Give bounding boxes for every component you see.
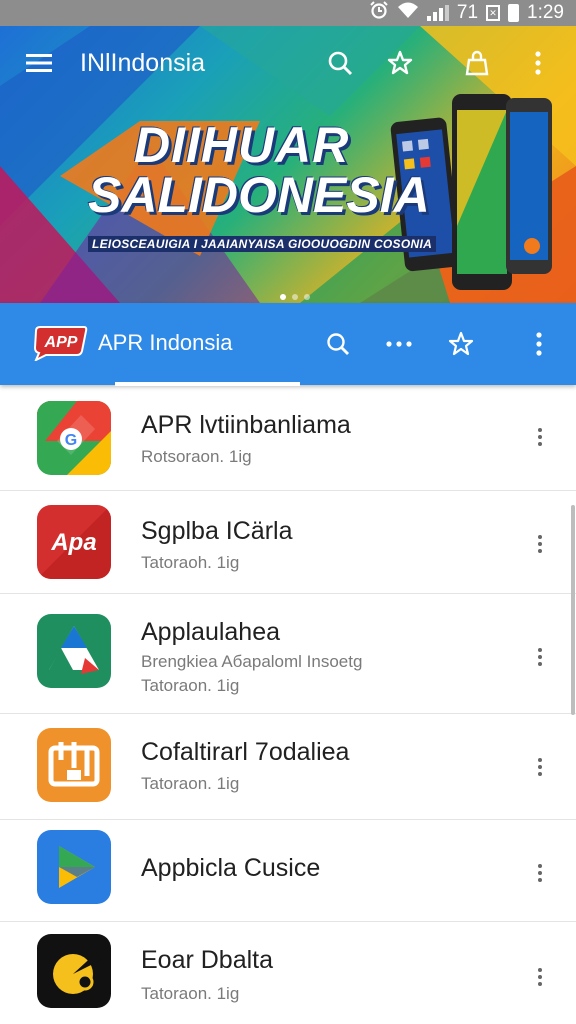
status-time: 1:29 [527,2,564,23]
pager-dot[interactable] [304,294,310,300]
banner-subtitle: LEIOSCEAUIGIA I JAAIANYAISA GIOOUOGDIN C… [88,236,437,252]
sim-icon: ✕ [486,5,501,21]
pager-dot[interactable] [292,294,298,300]
google-icon: G [37,401,111,475]
list-item[interactable]: Appbicla Cusice [0,820,576,922]
drive-icon [37,614,111,688]
toolbar-title: INlIndonsia [80,48,206,77]
list-item[interactable]: G APR lvtiinbanliama Rotsoraon. 1ig [0,387,576,491]
svg-text:G: G [65,432,77,449]
bag-icon[interactable] [460,46,494,80]
battery-icon [508,4,520,22]
tab-indicator [115,382,300,386]
more-vert-icon[interactable] [521,46,555,80]
list-item[interactable]: Apa Sgplba ICärla Tatoraoh. 1ig [0,491,576,594]
app-list: G APR lvtiinbanliama Rotsoraon. 1ig Apa … [0,387,576,1024]
signal-icon [426,5,449,21]
app-meta: Tatoraon. 1ig [141,774,240,793]
app-meta: Tatoraoh. 1ig [141,553,240,572]
search-icon[interactable] [323,46,357,80]
menu-icon[interactable] [22,46,56,80]
app-name: Applaulahea [141,618,281,646]
tile-icon [37,728,111,802]
more-vert-icon[interactable] [527,858,553,888]
more-vert-icon[interactable] [527,962,553,992]
alarm-icon [369,1,389,25]
app-name: Sgplba ICärla [141,517,293,545]
star-icon[interactable] [383,46,417,80]
list-item[interactable]: Eoar Dbalta Tatoraon. 1ig [0,922,576,1024]
wifi-icon [397,1,419,25]
app-name: Eoar Dbalta [141,946,274,974]
app-logo[interactable]: APP [32,325,88,363]
list-item[interactable]: Applaulahea Brengkiea Aбapaloml Insoetg … [0,594,576,714]
top-toolbar: INlIndonsia [0,26,576,100]
status-bar: 71 ✕ 1:29 [0,0,576,26]
app-bar-title: APR Indonsia [98,330,233,355]
status-indicator-text: 71 [456,2,479,23]
svg-text:APP: APP [44,334,78,351]
more-vert-icon[interactable] [527,422,553,452]
app-meta: Tatoraon. 1ig [141,676,240,695]
svg-text:Apa: Apa [50,529,96,556]
app-meta: Rotsoraon. 1ig [141,447,252,466]
star-icon[interactable] [444,327,478,361]
more-vert-icon[interactable] [522,327,556,361]
app-name: Cofaltirarl 7odaliea [141,738,350,766]
list-item[interactable]: Cofaltirarl 7odaliea Tatoraon. 1ig [0,714,576,820]
pager-dot-active[interactable] [280,294,286,300]
app-meta: Tatoraon. 1ig [141,984,240,1003]
more-vert-icon[interactable] [527,642,553,672]
play-arrow-icon [37,830,111,904]
more-horiz-icon[interactable] [382,327,416,361]
search-icon[interactable] [321,327,355,361]
more-vert-icon[interactable] [527,752,553,782]
disc-icon [37,934,111,1008]
banner-pager[interactable] [280,294,310,300]
apa-icon: Apa [37,505,111,579]
app-bar: APP APR Indonsia [0,303,576,386]
app-name: APR lvtiinbanliama [141,411,351,439]
banner-headline-2: SALIDONESIA [88,167,430,223]
app-subtitle: Brengkiea Aбapaloml Insoetg [141,652,363,671]
more-vert-icon[interactable] [527,529,553,559]
list-scrollbar[interactable] [571,505,575,715]
app-name: Appbicla Cusice [141,854,321,882]
